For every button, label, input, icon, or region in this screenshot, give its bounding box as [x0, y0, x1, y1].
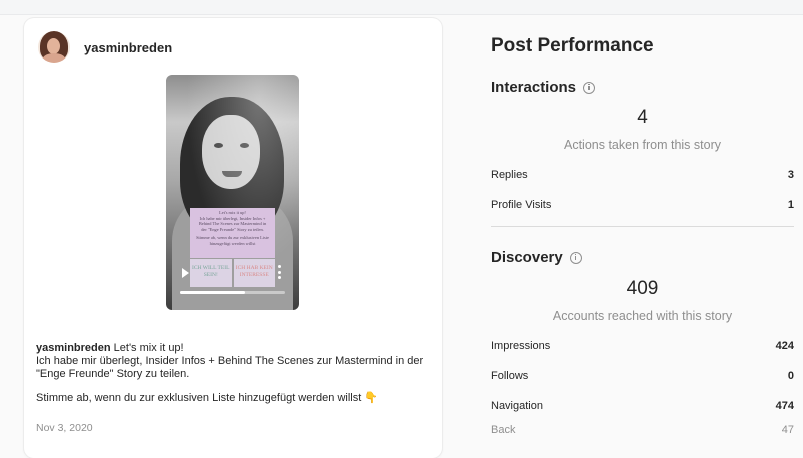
discovery-total: 409 [626, 278, 659, 299]
discovery-total-label: Accounts reached with this story [552, 309, 733, 323]
section-divider [491, 226, 794, 227]
post-date: Nov 3, 2020 [36, 422, 93, 434]
info-circle-icon[interactable] [583, 81, 596, 94]
interactions-total-label: Actions taken from this story [563, 138, 721, 152]
metric-row-profile-visits: Profile Visits 1 [491, 199, 794, 211]
top-bar [0, 0, 803, 15]
poll-option-a: ICH WILL TEIL SEIN! [190, 259, 232, 287]
story-poll-sticker: ICH WILL TEIL SEIN! ICH HAB KEIN INTERES… [190, 259, 275, 287]
more-vertical-icon[interactable] [278, 265, 281, 279]
interactions-total: 4 [637, 107, 648, 128]
play-icon[interactable] [182, 268, 189, 278]
post-caption: yasminbreden Let's mix it up! Ich habe m… [36, 342, 431, 405]
post-card: yasminbreden Let's mix it up! Ich habe m… [24, 18, 442, 458]
interactions-title: Interactions [491, 79, 596, 96]
metric-row-replies: Replies 3 [491, 169, 794, 181]
caption-username[interactable]: yasminbreden [36, 342, 111, 354]
caption-line1: Let's mix it up! [110, 342, 184, 354]
metric-row-navigation: Navigation 474 [491, 400, 794, 412]
caption-line2: Ich habe mir überlegt, Insider Infos + B… [36, 355, 424, 380]
story-text-sticker: Let's mix it up! Ich habe mir überlegt, … [190, 208, 275, 258]
discovery-title: Discovery [491, 249, 582, 266]
metric-row-follows: Follows 0 [491, 370, 794, 382]
caption-line3: Stimme ab, wenn du zur exklusiven Liste … [36, 392, 379, 404]
info-circle-icon[interactable] [569, 251, 582, 264]
story-progress-fill [180, 291, 246, 294]
story-preview[interactable]: Let's mix it up! Ich habe mir überlegt, … [166, 75, 299, 310]
post-username[interactable]: yasminbreden [84, 40, 172, 55]
post-header: yasminbreden [38, 30, 172, 64]
story-progress-bar[interactable] [180, 291, 285, 294]
metric-row-back: Back 47 [491, 424, 794, 436]
poll-option-b: ICH HAB KEIN INTERESSE [233, 259, 275, 287]
metric-row-impressions: Impressions 424 [491, 340, 794, 352]
panel-title: Post Performance [491, 35, 654, 56]
avatar[interactable] [38, 31, 70, 63]
